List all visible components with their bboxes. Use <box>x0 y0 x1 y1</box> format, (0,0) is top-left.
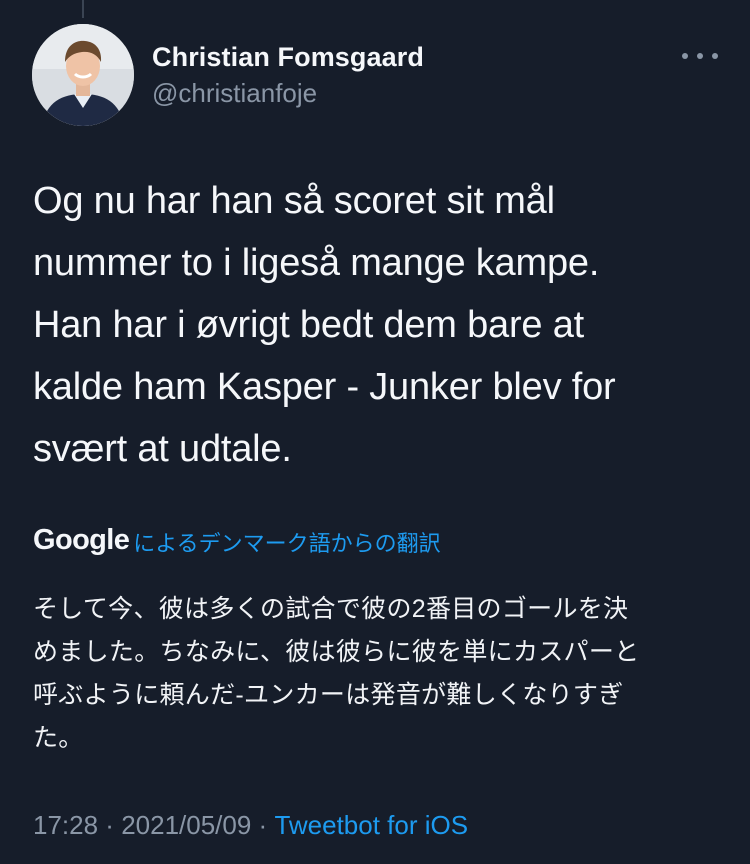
translation-label: によるデンマーク語からの翻訳 <box>133 531 441 556</box>
meta-separator: · <box>98 810 122 840</box>
translation-attribution[interactable]: Google によるデンマーク語からの翻訳 <box>33 522 441 558</box>
thread-connector-line <box>82 0 84 18</box>
tweet-time: 17:28 <box>33 810 99 840</box>
translated-text-line: そして今、彼は多くの試合で彼の2番目のゴールを決 <box>33 595 629 623</box>
tweet-meta: 17:28 · 2021/05/09 · Tweetbot for iOS <box>33 810 468 841</box>
avatar-image <box>32 24 134 126</box>
author-name[interactable]: Christian Fomsgaard <box>152 42 424 73</box>
tweet-text-line: kalde ham Kasper - Junker blev for <box>33 366 616 408</box>
translated-text-line: た。 <box>33 724 84 752</box>
translated-text: そして今、彼は多くの試合で彼の2番目のゴールを決 めました。ちなみに、彼は彼らに… <box>33 588 713 760</box>
avatar[interactable] <box>32 24 134 126</box>
tweet-text-line: Han har i øvrigt bedt dem bare at <box>33 304 585 346</box>
meta-separator: · <box>251 810 275 840</box>
translated-text-line: 呼ぶように頼んだ-ユンカーは発音が難しくなりすぎ <box>33 681 624 709</box>
tweet-text-line: svært at udtale. <box>33 428 292 470</box>
tweet-text: Og nu har han så scoret sit mål nummer t… <box>33 170 723 480</box>
tweet-text-line: nummer to i ligeså mange kampe. <box>33 242 600 284</box>
more-options-button[interactable] <box>682 46 718 66</box>
tweet-text-line: Og nu har han så scoret sit mål <box>33 180 555 222</box>
author-handle[interactable]: @christianfoje <box>152 78 317 109</box>
translated-text-line: めました。ちなみに、彼は彼らに彼を単にカスパーと <box>33 638 640 666</box>
client-link[interactable]: Tweetbot for iOS <box>274 810 468 841</box>
more-horizontal-icon-dot <box>712 53 718 59</box>
google-logo: Google <box>33 523 130 556</box>
more-horizontal-icon-dot <box>697 53 703 59</box>
tweet-date: 2021/05/09 <box>121 810 252 840</box>
more-horizontal-icon <box>682 53 688 59</box>
